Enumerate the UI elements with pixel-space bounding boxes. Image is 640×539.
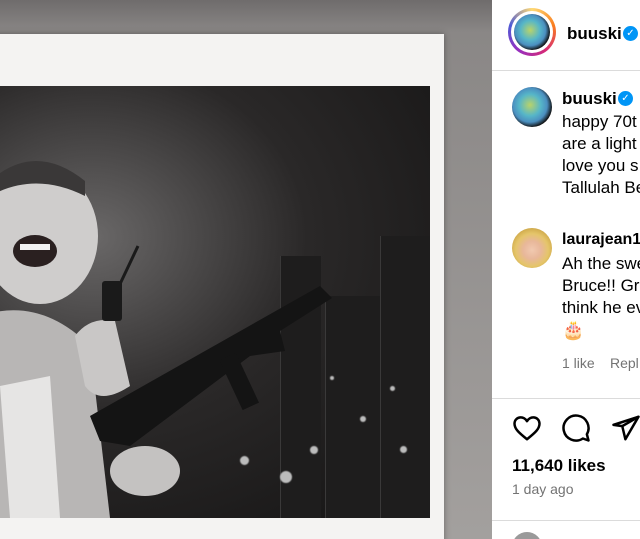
radio bbox=[102, 281, 122, 321]
heart-icon[interactable] bbox=[512, 413, 542, 443]
hand bbox=[110, 446, 180, 496]
post-timestamp[interactable]: 1 day ago bbox=[512, 481, 574, 497]
comment-icon[interactable] bbox=[561, 413, 591, 443]
gun bbox=[90, 286, 332, 446]
radio-antenna bbox=[118, 245, 140, 285]
photo-print bbox=[0, 86, 430, 518]
actions-divider bbox=[492, 398, 640, 399]
comment-text: think he ev bbox=[562, 298, 640, 317]
cake-emoji: 🎂 bbox=[562, 320, 585, 340]
story-ring[interactable] bbox=[508, 8, 556, 56]
caption-avatar[interactable] bbox=[512, 87, 552, 127]
share-icon[interactable] bbox=[611, 413, 640, 443]
header-divider bbox=[492, 70, 640, 71]
verified-badge-icon: ✓ bbox=[623, 26, 638, 41]
post-sidebar: buuski ✓ buuski ✓ happy 70t are a light … bbox=[492, 0, 640, 539]
header-avatar bbox=[514, 14, 550, 50]
comment-text: Bruce!! Gre bbox=[562, 276, 640, 295]
comment-reply-button[interactable]: Repl bbox=[610, 355, 639, 371]
post-image[interactable] bbox=[0, 0, 492, 539]
caption-text: love you s bbox=[562, 156, 639, 175]
footer-divider bbox=[492, 520, 640, 521]
comment-username[interactable]: laurajean1 bbox=[562, 231, 640, 249]
teeth bbox=[20, 244, 50, 250]
caption-username[interactable]: buuski bbox=[562, 89, 617, 109]
comment-text: Ah the swe bbox=[562, 254, 640, 273]
figure-illustration bbox=[0, 161, 332, 518]
caption-text: are a light bbox=[562, 134, 637, 153]
tank-top bbox=[0, 376, 60, 518]
gun-magazine bbox=[219, 352, 259, 411]
header-username[interactable]: buuski bbox=[567, 24, 622, 44]
verified-badge-icon: ✓ bbox=[618, 91, 633, 106]
caption-text: Tallulah Be bbox=[562, 178, 640, 197]
like-count[interactable]: 11,640 likes bbox=[512, 456, 606, 476]
comment-like-count[interactable]: 1 like bbox=[562, 355, 595, 371]
commenter-avatar[interactable] bbox=[512, 228, 552, 268]
caption-text: happy 70t bbox=[562, 112, 637, 131]
mouth bbox=[13, 235, 57, 267]
current-user-avatar bbox=[512, 532, 542, 539]
